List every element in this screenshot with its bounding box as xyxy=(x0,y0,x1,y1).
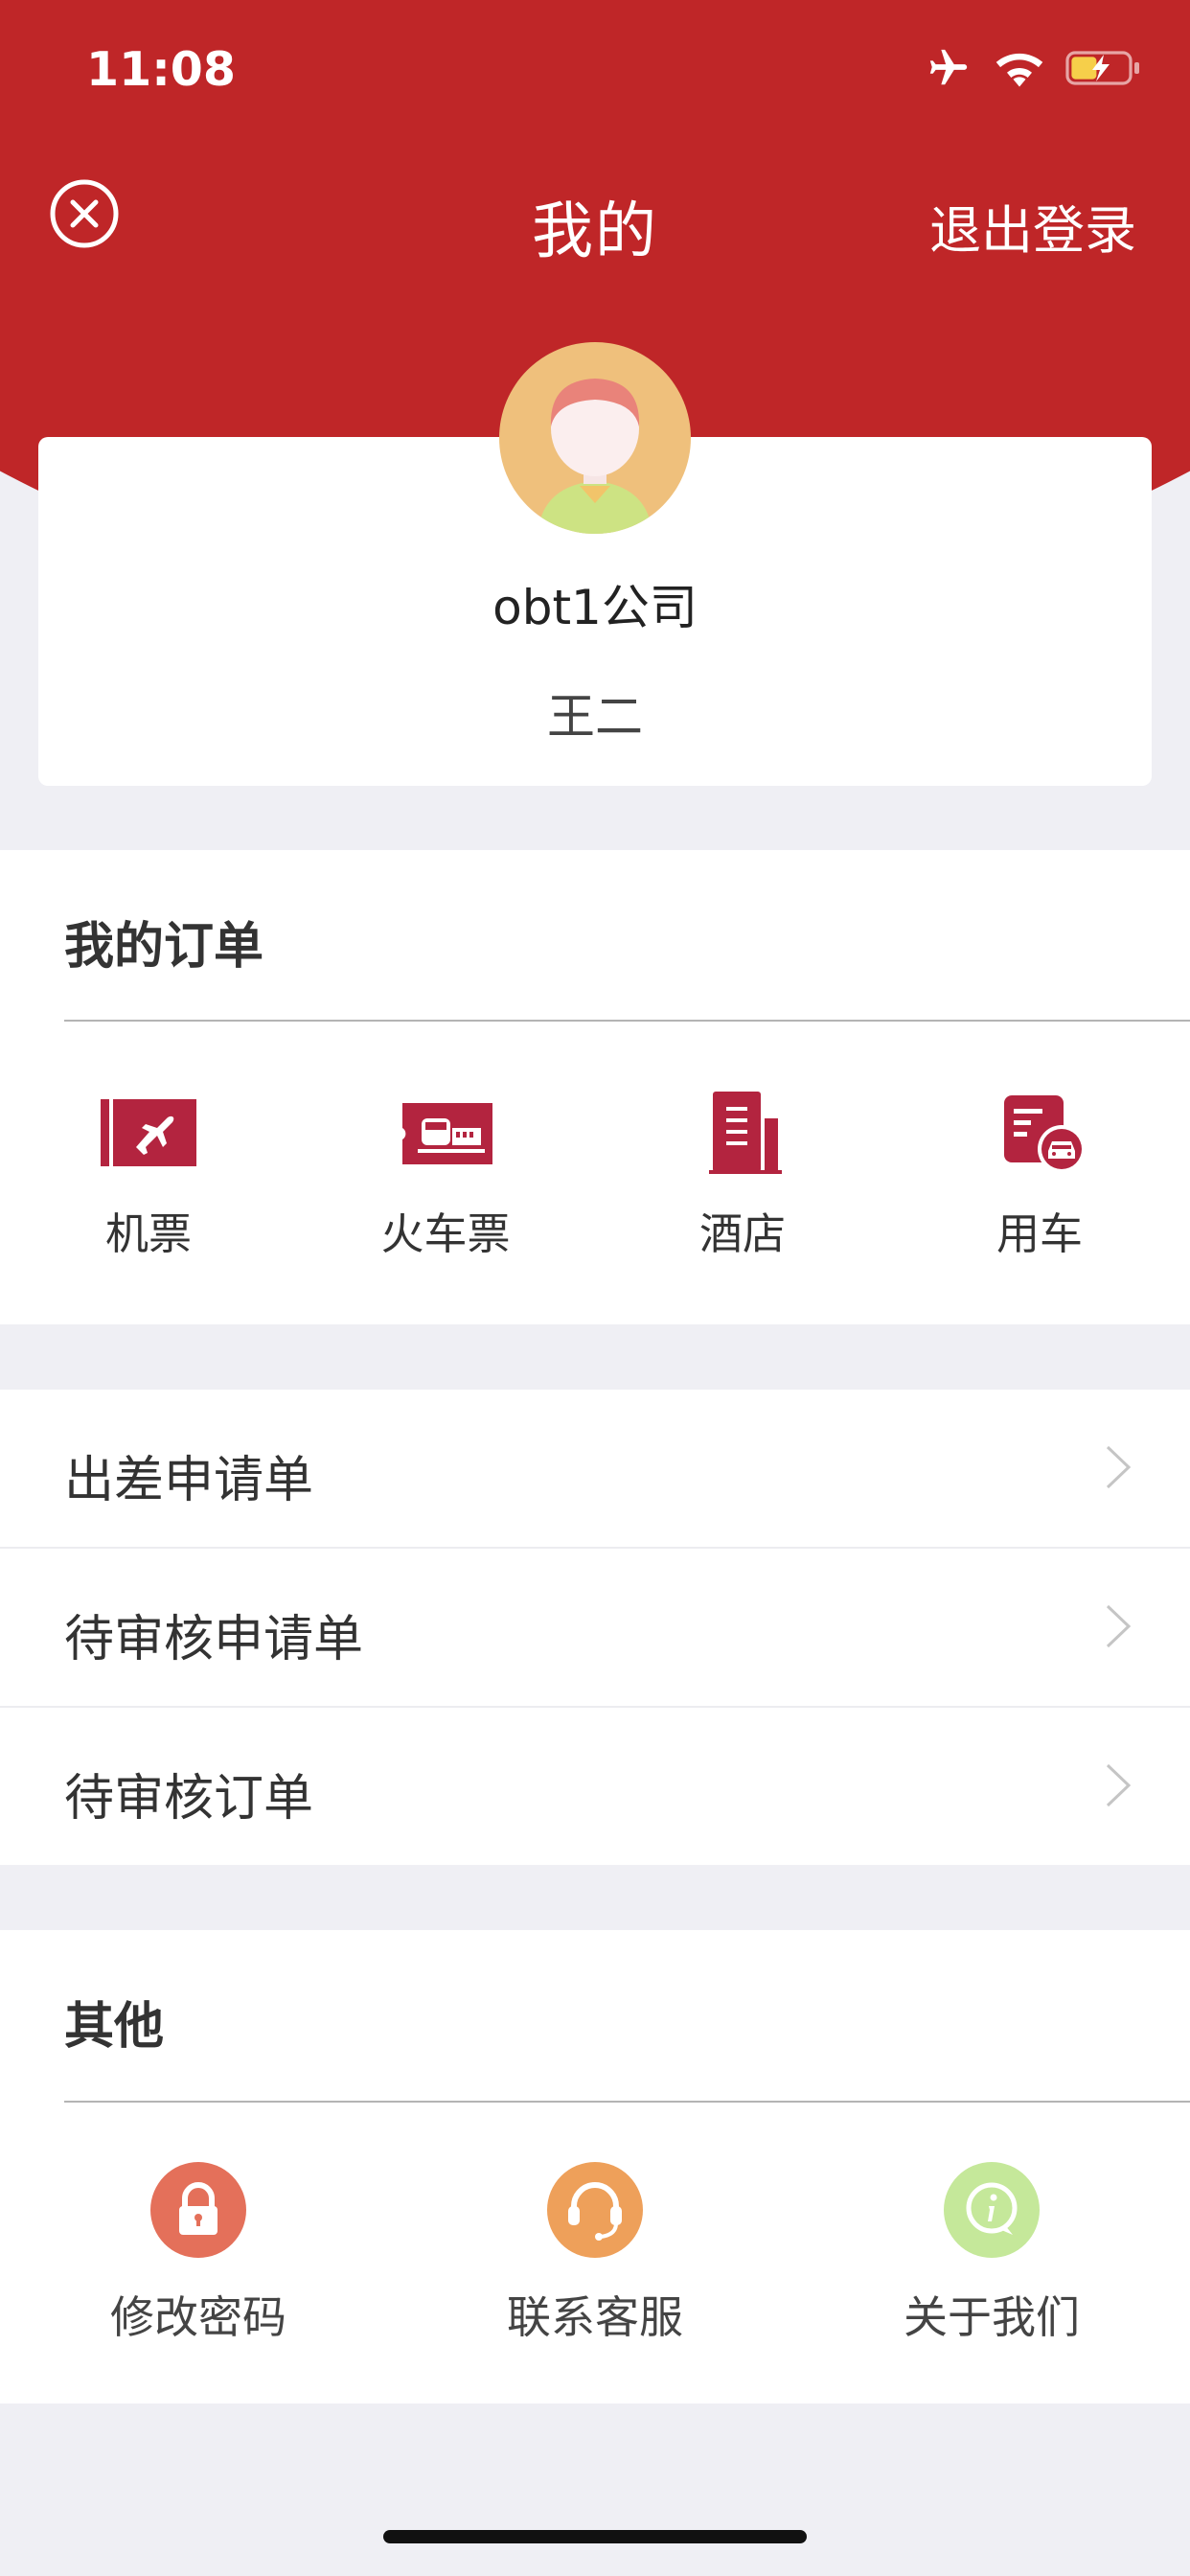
chevron-right-icon xyxy=(1106,1445,1132,1489)
menu-item-label: 待审核订单 xyxy=(64,1770,314,1828)
battery-charging-icon xyxy=(1065,51,1139,85)
company-name: obt1公司 xyxy=(492,580,698,635)
change-password-button[interactable]: 修改密码 xyxy=(0,2162,397,2346)
home-indicator[interactable] xyxy=(383,2530,807,2543)
order-flight-button[interactable]: 机票 xyxy=(0,1090,297,1261)
avatar[interactable] xyxy=(499,342,691,534)
orders-divider xyxy=(64,1020,1190,1022)
order-flight-label: 机票 xyxy=(104,1208,192,1259)
logout-button[interactable]: 退出登录 xyxy=(929,188,1136,264)
menu-item-pending-orders[interactable]: 待审核订单 xyxy=(0,1708,1190,1865)
lock-icon xyxy=(150,2162,246,2258)
other-divider xyxy=(64,2101,1190,2103)
about-us-button[interactable]: 关于我们 xyxy=(793,2162,1190,2346)
other-section: 其他 修改密码 联系客服 关于我们 xyxy=(0,1930,1190,2404)
order-train-button[interactable]: 火车票 xyxy=(297,1090,594,1261)
about-us-label: 关于我们 xyxy=(904,2291,1080,2343)
chevron-right-icon xyxy=(1106,1763,1132,1807)
menu-item-pending-applications[interactable]: 待审核申请单 xyxy=(0,1549,1190,1706)
avatar-illustration-icon xyxy=(538,379,652,534)
contact-support-label: 联系客服 xyxy=(507,2291,683,2343)
change-password-label: 修改密码 xyxy=(110,2291,286,2343)
order-hotel-button[interactable]: 酒店 xyxy=(594,1090,891,1261)
train-ticket-icon xyxy=(402,1103,492,1164)
hotel-icon xyxy=(709,1092,782,1174)
order-car-label: 用车 xyxy=(995,1208,1083,1259)
menu-item-label: 出差申请单 xyxy=(64,1452,314,1509)
orders-section: 我的订单 机票 火车票 酒店 用车 xyxy=(0,850,1190,1324)
contact-support-button[interactable]: 联系客服 xyxy=(397,2162,793,2346)
user-name: 王二 xyxy=(547,689,643,745)
info-icon xyxy=(944,2162,1040,2258)
other-title: 其他 xyxy=(64,1998,165,2056)
order-hotel-label: 酒店 xyxy=(698,1208,786,1259)
status-icons xyxy=(924,46,1142,90)
airplane-mode-icon xyxy=(929,49,968,85)
menu-item-travel-application[interactable]: 出差申请单 xyxy=(0,1390,1190,1547)
menu-item-label: 待审核申请单 xyxy=(64,1611,364,1668)
wifi-icon xyxy=(995,53,1043,87)
headset-icon xyxy=(547,2162,643,2258)
chevron-right-icon xyxy=(1106,1604,1132,1648)
car-icon xyxy=(1004,1095,1086,1173)
order-car-button[interactable]: 用车 xyxy=(891,1090,1188,1261)
order-train-label: 火车票 xyxy=(380,1208,511,1259)
orders-title: 我的订单 xyxy=(64,918,264,976)
nav-bar: 我的 退出登录 xyxy=(0,163,1190,267)
status-bar: 11:08 xyxy=(0,0,1190,144)
status-time: 11:08 xyxy=(86,42,236,97)
plane-ticket-icon xyxy=(101,1099,196,1166)
